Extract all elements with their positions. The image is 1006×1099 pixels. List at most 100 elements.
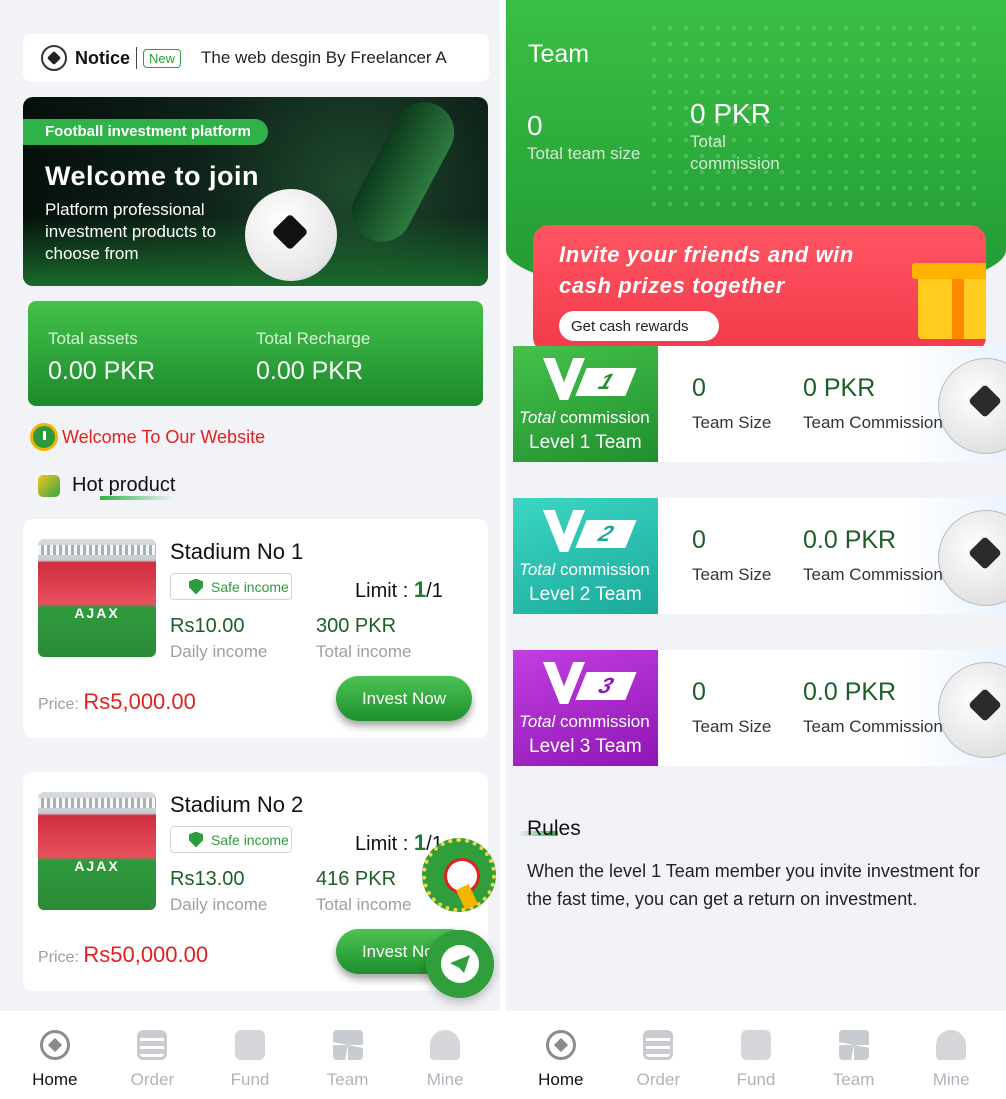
tab-mine[interactable]: Mine [906,1020,996,1090]
team-size-value: 0 [692,374,706,402]
shield-icon [189,831,203,848]
stadium-image: AJAX [38,792,156,910]
safe-income-label: Safe income [211,578,289,595]
level-name: Level 3 Team [529,736,642,757]
football-icon [938,358,1006,454]
stadium-image-text: AJAX [74,858,120,874]
level-card[interactable]: 3 Total commission Level 3 Team 0 0.0 PK… [506,650,1006,766]
tab-home[interactable]: Home [10,1020,100,1090]
level-number: 2 [575,520,637,548]
total-assets-value: 0.00 PKR [48,357,156,385]
notice-title: Notice [75,47,131,68]
daily-income-label: Daily income [170,642,268,661]
team-screen: Team 0 Total team size 0 PKR Total commi… [506,0,1006,1099]
team-size-label: Team Size [692,413,772,432]
product-card[interactable]: AJAX Stadium No 1 Safe income Limit : 1/… [23,519,488,738]
tab-label: Home [538,1070,584,1089]
team-size-label: Team Size [692,565,772,584]
notice-bar[interactable]: Notice New The web desgin By Freelancer … [23,34,489,82]
tab-label: Order [130,1070,175,1089]
invite-banner[interactable]: Invite your friends and win cash prizes … [533,225,986,353]
get-cash-rewards-button[interactable]: Get cash rewards [559,311,719,341]
welcome-text: Welcome To Our Website [62,426,266,447]
stadium-image: AJAX [38,539,156,657]
tab-label: Home [32,1070,78,1089]
total-recharge-label: Total Recharge [256,329,371,348]
tab-order[interactable]: Order [613,1020,703,1090]
tab-fund[interactable]: Fund [205,1020,295,1090]
total-recharge-value: 0.00 PKR [256,357,364,385]
tab-label: Fund [230,1070,270,1089]
grid-icon [838,1030,869,1060]
limit-total: /1 [426,580,443,602]
chart-icon [234,1030,265,1060]
banner-heading: Welcome to join [45,161,260,191]
level-number: 1 [575,368,637,396]
hot-product-title: Hot product [72,474,176,496]
user-icon [936,1030,967,1060]
lucky-wheel-icon[interactable] [422,838,496,912]
price-label: Price: [38,696,84,713]
level-card[interactable]: 1 Total commission Level 1 Team 0 0 PKR … [506,346,1006,462]
level-badge-panel: 2 Total commission Level 2 Team [513,498,658,614]
limit-label: Limit : [355,833,414,855]
daily-income-value: Rs13.00 [170,868,245,890]
tab-order[interactable]: Order [107,1020,197,1090]
bottom-tab-bar: Home Order Fund Team Mine [506,1011,1006,1099]
football-icon [41,45,67,71]
tab-team[interactable]: Team [809,1020,899,1090]
order-list-icon [643,1030,674,1060]
limit-used: 1 [413,830,427,855]
level-commission-caption: Total commission [519,712,650,732]
invite-heading: Invite your friends and win cash prizes … [559,239,854,301]
safe-income-badge: Safe income [170,573,292,600]
tab-fund[interactable]: Fund [711,1020,801,1090]
page-title: Team [528,40,590,68]
limit-label: Limit : [355,580,414,602]
safe-income-badge: Safe income [170,826,292,853]
commission-label-line2: commission [690,154,780,173]
grid-icon [332,1030,363,1060]
tab-label: Fund [736,1070,776,1089]
level-card[interactable]: 2 Total commission Level 2 Team 0 0.0 PK… [506,498,1006,614]
total-income-value: 416 PKR [316,868,397,890]
product-icon [38,474,60,497]
daily-income-label: Daily income [170,895,268,914]
level-name: Level 2 Team [529,584,642,605]
team-size-value: 0 [692,678,706,706]
divider [136,47,138,69]
home-screen: Notice New The web desgin By Freelancer … [0,0,500,1099]
tab-mine[interactable]: Mine [400,1020,490,1090]
caption-prefix: Total [519,560,556,579]
rules-title: Rules [527,817,581,840]
tab-label: Team [326,1070,369,1089]
football-icon [39,1030,70,1060]
team-commission-value: 0.0 PKR [803,678,897,706]
team-commission-value: 0.0 PKR [803,526,897,554]
total-income-label: Total income [316,642,412,661]
assets-card: Total assets 0.00 PKR Total Recharge 0.0… [28,301,483,406]
rules-text: When the level 1 Team member you invite … [527,861,980,909]
team-commission-label: Team Commission [803,413,943,432]
v-level-icon: 3 [543,658,637,706]
telegram-icon[interactable] [426,930,494,998]
tab-home[interactable]: Home [516,1020,606,1090]
team-size-value: 0 [527,110,543,141]
team-commission-label: Team Commission [803,565,943,584]
team-size-label: Team Size [692,717,772,736]
order-list-icon [137,1030,168,1060]
welcome-banner[interactable]: Football investment platform Welcome to … [23,97,488,286]
product-card[interactable]: AJAX Stadium No 2 Safe income Limit : 1/… [23,772,488,991]
daily-income-value: Rs10.00 [170,615,245,637]
caption-suffix: commission [555,560,650,579]
football-icon [545,1030,576,1060]
football-icon [938,662,1006,758]
invest-now-button[interactable]: Invest Now [336,676,472,721]
total-income-value: 300 PKR [316,615,397,637]
total-income-label: Total income [316,895,412,914]
welcome-row: Welcome To Our Website [26,423,265,451]
limit-used: 1 [413,577,427,602]
price: Price: Rs5,000.00 [38,689,196,715]
level-stats: 0 0.0 PKR Team Size Team Commission [658,498,1006,614]
tab-team[interactable]: Team [303,1020,393,1090]
